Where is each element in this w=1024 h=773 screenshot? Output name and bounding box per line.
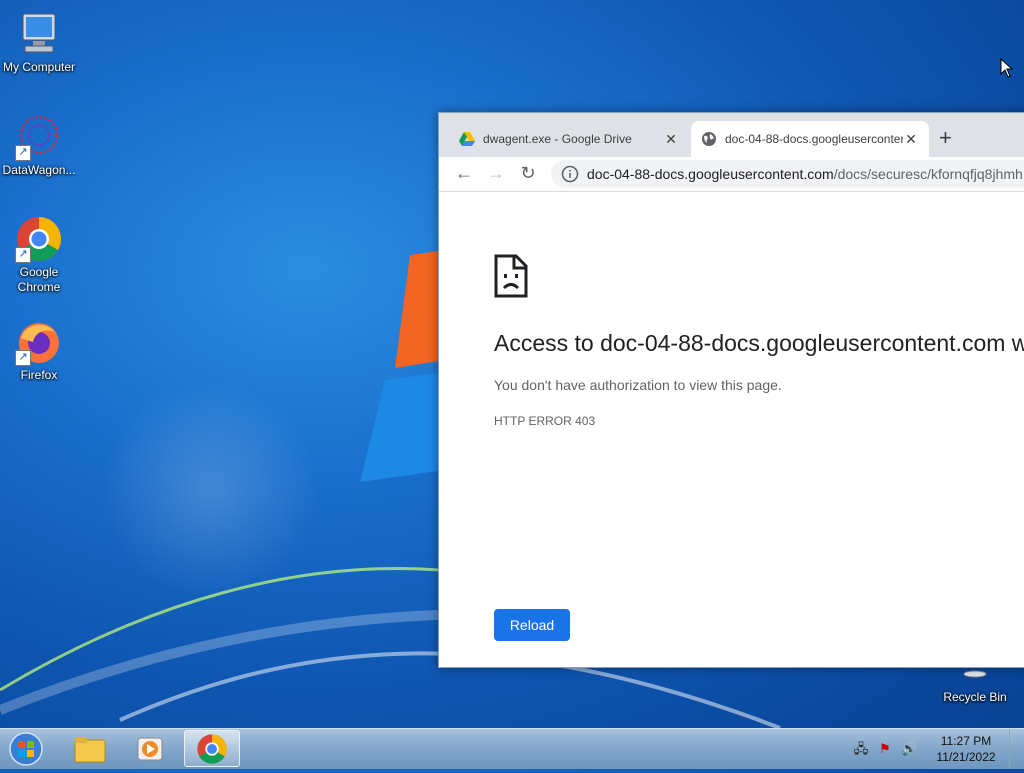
error-code: HTTP ERROR 403 — [494, 414, 596, 428]
google-drive-icon — [459, 132, 475, 146]
chrome-icon: ↗ — [15, 215, 63, 263]
desktop-icon-label: DataWagon... — [2, 163, 76, 177]
start-button[interactable] — [6, 730, 46, 768]
desktop-icon-datawagon[interactable]: ↗ DataWagon... — [0, 113, 78, 178]
shortcut-arrow-icon: ↗ — [15, 145, 31, 161]
desktop-icon-label: Google Chrome — [17, 265, 61, 294]
close-tab-icon[interactable]: ✕ — [903, 131, 919, 148]
tab-googleusercontent[interactable]: doc-04-88-docs.googleusercontent.com ✕ — [691, 121, 929, 157]
back-button[interactable]: ← — [453, 163, 475, 184]
clock[interactable]: 11:27 PM 11/21/2022 — [929, 733, 1003, 765]
action-center-flag-icon[interactable]: ⚑ — [877, 741, 893, 757]
shortcut-arrow-icon: ↗ — [15, 247, 31, 263]
shortcut-arrow-icon: ↗ — [15, 350, 31, 366]
taskbar-explorer-button[interactable] — [62, 730, 118, 767]
chrome-icon — [197, 733, 227, 764]
url-host: doc-04-88-docs.googleusercontent.com — [587, 166, 834, 182]
taskbar-chrome-button[interactable] — [184, 730, 240, 767]
wallpaper-glow — [100, 380, 320, 600]
forward-button[interactable]: → — [485, 163, 507, 184]
volume-icon[interactable]: 🔊 — [901, 741, 917, 757]
tab-strip: dwagent.exe - Google Drive ✕ doc-04-88-d… — [439, 113, 1024, 157]
tab-google-drive[interactable]: dwagent.exe - Google Drive ✕ — [449, 121, 689, 157]
url-path: /docs/securesc/kfornqfjq8jhmh — [833, 166, 1023, 182]
windows-start-icon — [9, 732, 43, 766]
close-tab-icon[interactable]: ✕ — [663, 131, 679, 148]
folder-icon — [74, 736, 106, 762]
desktop-icon-google-chrome[interactable]: ↗ Google Chrome — [0, 215, 78, 295]
system-tray: 🖧 ⚑ 🔊 11:27 PM 11/21/2022 — [849, 729, 1024, 769]
datawagon-icon: ↗ — [15, 113, 63, 161]
info-icon — [561, 165, 579, 183]
computer-icon — [15, 10, 63, 58]
error-description: You don't have authorization to view thi… — [494, 377, 782, 393]
tab-title: dwagent.exe - Google Drive — [483, 132, 632, 146]
clock-time: 11:27 PM — [940, 734, 992, 748]
address-bar[interactable]: doc-04-88-docs.googleusercontent.com/doc… — [551, 160, 1024, 188]
desktop-icon-my-computer[interactable]: My Computer — [0, 10, 78, 75]
desktop-icon-label: Recycle Bin — [943, 690, 1007, 704]
tab-title: doc-04-88-docs.googleusercontent.com — [725, 132, 903, 146]
reload-icon[interactable]: ↻ — [517, 163, 539, 184]
clock-date: 11/21/2022 — [936, 750, 996, 764]
media-player-icon — [137, 737, 163, 760]
show-desktop-button[interactable] — [1009, 729, 1024, 769]
mouse-cursor-icon — [1000, 58, 1014, 78]
reload-button[interactable]: Reload — [494, 609, 570, 641]
error-page: Access to doc-04-88-docs.googleuserconte… — [439, 192, 1024, 667]
taskbar-media-player-button[interactable] — [122, 730, 178, 767]
taskbar: 🖧 ⚑ 🔊 11:27 PM 11/21/2022 — [0, 728, 1024, 769]
new-tab-button[interactable]: + — [939, 127, 952, 149]
firefox-icon: ↗ — [15, 318, 63, 366]
network-icon[interactable]: 🖧 — [853, 741, 869, 757]
sad-document-icon — [494, 254, 528, 298]
desktop-icon-firefox[interactable]: ↗ Firefox — [0, 318, 78, 383]
globe-icon — [702, 132, 716, 146]
desktop-icon-label: Firefox — [20, 368, 58, 382]
windows-wallpaper-logo — [360, 250, 445, 482]
desktop-icon-label: My Computer — [2, 60, 76, 74]
browser-toolbar: ← → ↻ doc-04-88-docs.googleusercontent.c… — [439, 157, 1024, 192]
error-title: Access to doc-04-88-docs.googleuserconte… — [494, 330, 1024, 356]
chrome-window[interactable]: dwagent.exe - Google Drive ✕ doc-04-88-d… — [438, 112, 1024, 668]
